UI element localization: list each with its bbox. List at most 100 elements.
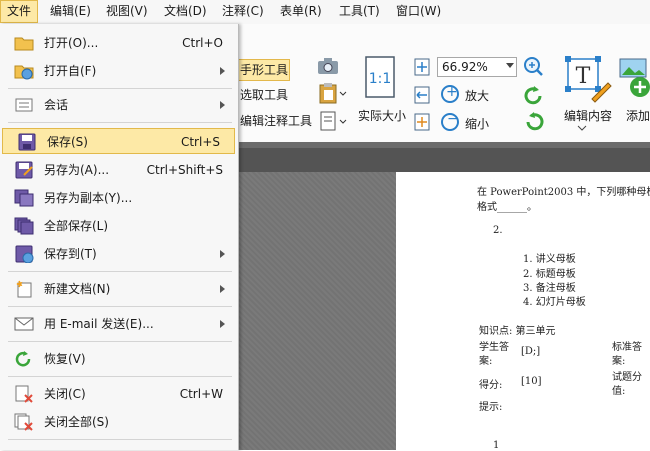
zoom-in-label[interactable]: 放大 bbox=[465, 87, 489, 104]
save-all-icon bbox=[14, 217, 34, 235]
edit-annotation-tool-button[interactable]: 编辑注释工具 bbox=[240, 112, 312, 129]
save-to-icon bbox=[15, 245, 34, 263]
menu-item-label: 用 E-mail 发送(E)... bbox=[44, 317, 154, 331]
menu-separator bbox=[8, 306, 232, 307]
select-tool-button[interactable]: 选取工具 bbox=[240, 86, 288, 103]
zoom-in-magnifier-icon[interactable] bbox=[522, 55, 550, 77]
menu-item-email[interactable]: 用 E-mail 发送(E)... bbox=[0, 311, 237, 337]
knowledge-point: 知识点: 第三单元 bbox=[479, 326, 556, 337]
menu-item-open-from[interactable]: 打开自(F) bbox=[0, 58, 237, 84]
submenu-arrow-icon bbox=[220, 250, 225, 258]
menu-form[interactable]: 表单(R) bbox=[274, 0, 328, 23]
rotate-left-icon[interactable] bbox=[522, 84, 546, 108]
fit-visible-icon[interactable] bbox=[412, 112, 432, 132]
zoom-out-label[interactable]: 缩小 bbox=[465, 115, 489, 132]
standard-answer-label-2: 案: bbox=[612, 356, 626, 367]
fit-width-icon[interactable] bbox=[412, 85, 432, 105]
zoom-select[interactable]: 66.92% bbox=[437, 57, 517, 77]
session-icon bbox=[15, 98, 33, 112]
submenu-arrow-icon bbox=[220, 285, 225, 293]
camera-icon[interactable] bbox=[316, 56, 340, 76]
menu-separator bbox=[8, 376, 232, 377]
close-doc-icon bbox=[15, 385, 33, 403]
menu-item-label: 会话 bbox=[44, 98, 69, 112]
minus-glyph: − bbox=[447, 111, 459, 127]
menu-item-new-document[interactable]: 新建文档(N) bbox=[0, 276, 237, 302]
fit-page-icon[interactable] bbox=[412, 57, 432, 77]
save-copy-icon bbox=[14, 189, 34, 207]
edit-tool-icon[interactable] bbox=[318, 110, 348, 132]
add-label[interactable]: 添加 bbox=[626, 107, 650, 124]
menu-item-save-as[interactable]: 另存为(A)... Ctrl+Shift+S bbox=[0, 157, 237, 183]
menu-separator bbox=[8, 439, 232, 440]
menu-item-open[interactable]: 打开(O)... Ctrl+O bbox=[0, 30, 237, 56]
question-line-1: 在 PowerPoint2003 中，下列哪种母板 bbox=[477, 187, 650, 198]
menu-item-label: 关闭全部(S) bbox=[44, 415, 109, 429]
menu-document[interactable]: 文档(D) bbox=[158, 0, 213, 23]
question-line-2: 格式______。 bbox=[477, 202, 537, 213]
chevron-down-icon[interactable] bbox=[577, 125, 587, 131]
menu-separator bbox=[8, 341, 232, 342]
add-image-icon[interactable] bbox=[618, 57, 650, 105]
menu-item-save[interactable]: 保存(S) Ctrl+S bbox=[2, 128, 235, 154]
menu-item-close[interactable]: 关闭(C) Ctrl+W bbox=[0, 381, 237, 407]
actual-size-icon[interactable]: 1:1 bbox=[364, 56, 396, 98]
hand-tool-label: 手形工具 bbox=[240, 63, 289, 77]
edit-content-icon[interactable]: T bbox=[564, 55, 612, 103]
menu-view[interactable]: 视图(V) bbox=[100, 0, 154, 23]
hint-label: 提示: bbox=[479, 402, 503, 413]
menu-window[interactable]: 窗口(W) bbox=[390, 0, 447, 23]
submenu-arrow-icon bbox=[220, 101, 225, 109]
option-1: 1. 讲义母板 bbox=[523, 254, 576, 265]
submenu-arrow-icon bbox=[220, 320, 225, 328]
menu-item-save-all[interactable]: 全部保存(L) bbox=[0, 213, 237, 239]
menu-item-shortcut: Ctrl+W bbox=[179, 387, 223, 401]
clipboard-icon[interactable] bbox=[318, 82, 348, 104]
menu-file[interactable]: 文件 bbox=[0, 0, 39, 23]
save-icon bbox=[18, 133, 36, 151]
email-icon bbox=[14, 317, 34, 331]
menu-item-save-copy[interactable]: 另存为副本(Y)... bbox=[0, 185, 237, 211]
score-label: 得分: bbox=[479, 380, 503, 391]
document-margin bbox=[238, 172, 396, 450]
menu-item-label: 另存为副本(Y)... bbox=[44, 191, 133, 205]
pdf-page: 在 PowerPoint2003 中，下列哪种母板 格式______。 2. 1… bbox=[396, 172, 650, 451]
menu-item-label: 另存为(A)... bbox=[44, 163, 110, 177]
menu-item-session[interactable]: 会话 bbox=[0, 92, 237, 118]
edit-content-label[interactable]: 编辑内容 bbox=[564, 107, 612, 124]
menu-separator bbox=[8, 88, 232, 89]
question-number: 2. bbox=[493, 225, 503, 236]
menu-tools[interactable]: 工具(T) bbox=[333, 0, 386, 23]
menu-edit[interactable]: 编辑(E) bbox=[44, 0, 97, 23]
menu-bar: 文件 编辑(E) 视图(V) 文档(D) 注释(C) 表单(R) 工具(T) 窗… bbox=[0, 0, 650, 25]
option-4: 4. 幻灯片母板 bbox=[523, 297, 586, 308]
chevron-down-icon bbox=[506, 63, 514, 68]
actual-size-icon-text: 1:1 bbox=[369, 71, 392, 87]
student-answer-label-1: 学生答 bbox=[479, 342, 509, 353]
standard-answer-label-1: 标准答 bbox=[612, 342, 642, 353]
zoom-value: 66.92% bbox=[442, 60, 488, 74]
menu-item-shortcut: Ctrl+S bbox=[180, 135, 220, 149]
menu-item-close-all[interactable]: 关闭全部(S) bbox=[0, 409, 237, 435]
item-score-label-2: 值: bbox=[612, 386, 626, 397]
item-score-label-1: 试题分 bbox=[612, 372, 642, 383]
new-document-icon bbox=[16, 280, 32, 298]
menu-item-label: 打开(O)... bbox=[44, 36, 99, 50]
svg-text:T: T bbox=[576, 64, 591, 89]
menu-item-label: 全部保存(L) bbox=[44, 219, 109, 233]
close-all-icon bbox=[14, 413, 33, 431]
actual-size-label[interactable]: 实际大小 bbox=[358, 107, 406, 124]
folder-icon bbox=[14, 37, 34, 51]
menu-item-revert[interactable]: 恢复(V) bbox=[0, 346, 237, 372]
menu-item-label: 恢复(V) bbox=[44, 352, 86, 366]
menu-item-label: 打开自(F) bbox=[44, 64, 97, 78]
menu-comment[interactable]: 注释(C) bbox=[216, 0, 270, 23]
option-2: 2. 标题母板 bbox=[523, 269, 576, 280]
rotate-right-icon[interactable] bbox=[522, 110, 546, 134]
menu-item-save-to[interactable]: 保存到(T) bbox=[0, 241, 237, 267]
folder-globe-icon bbox=[14, 65, 34, 80]
next-question-number: 1 bbox=[493, 440, 500, 451]
student-answer-label-2: 案: bbox=[479, 356, 493, 367]
menu-item-label: 新建文档(N) bbox=[44, 282, 111, 296]
file-menu: 打开(O)... Ctrl+O 打开自(F) 会话 保存(S) Ctrl+S 另… bbox=[0, 24, 239, 450]
